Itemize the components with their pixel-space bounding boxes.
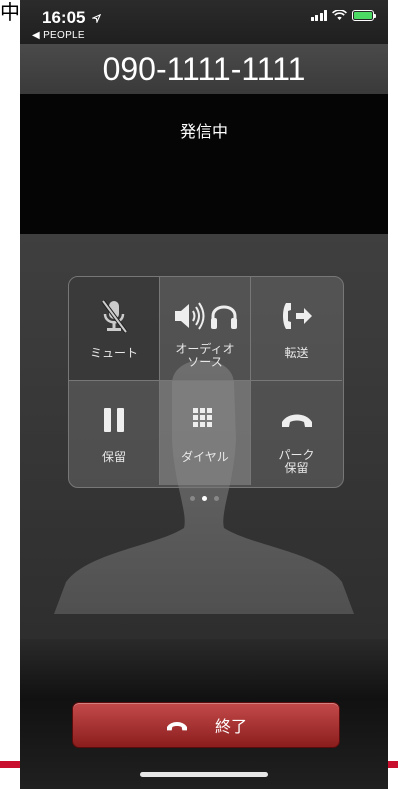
dial-label: ダイヤル xyxy=(181,450,229,464)
park-hold-label: パーク 保留 xyxy=(278,448,315,475)
page-dot xyxy=(213,496,219,501)
park-hold-button[interactable]: パーク 保留 xyxy=(251,381,342,485)
mute-label: ミュート xyxy=(89,346,138,360)
hold-button[interactable]: 保留 xyxy=(69,381,160,485)
audio-source-label: オーディオ ソース xyxy=(175,342,235,369)
clock: 16:05 xyxy=(42,8,102,28)
transfer-button[interactable]: 転送 xyxy=(251,277,342,381)
back-to-app-link[interactable]: ◀ PEOPLE xyxy=(32,30,85,41)
corner-text: 中 xyxy=(0,0,20,24)
audio-source-button[interactable]: オーディオ ソース xyxy=(160,277,251,381)
home-indicator[interactable] xyxy=(140,772,268,777)
page-dot xyxy=(189,496,195,501)
call-controls-panel: ミュート オーディオ ソース 転送 保留 ダイヤル パーク 保留 xyxy=(68,276,344,488)
mic-slash-icon xyxy=(101,299,128,333)
keypad-icon xyxy=(193,408,212,427)
location-arrow-icon xyxy=(91,13,102,25)
end-call-button[interactable]: 終了 xyxy=(72,702,340,748)
status-icons xyxy=(310,10,376,21)
phone-number: 090-1111-1111 xyxy=(20,44,388,94)
handset-icon xyxy=(281,414,312,427)
speaker-headphones-icon xyxy=(175,302,237,330)
dial-button[interactable]: ダイヤル xyxy=(160,381,251,485)
phone-screen: 16:05 ◀ PEOPLE 090-1111-1111 発信中 ミュート オー… xyxy=(20,0,388,789)
red-rule-left xyxy=(0,761,22,768)
end-call-label: 終了 xyxy=(214,717,247,736)
call-status-panel: 発信中 xyxy=(20,94,388,234)
wifi-icon xyxy=(332,10,347,20)
hold-label: 保留 xyxy=(101,450,126,464)
phone-forward-icon xyxy=(282,303,312,329)
status-bar: 16:05 ◀ PEOPLE xyxy=(20,0,388,44)
transfer-label: 転送 xyxy=(284,346,309,360)
battery-icon xyxy=(352,10,376,21)
call-status: 発信中 xyxy=(179,122,228,141)
mute-button[interactable]: ミュート xyxy=(69,277,160,381)
page-dot-active xyxy=(201,496,207,501)
pause-icon xyxy=(104,408,124,432)
page-indicator[interactable] xyxy=(20,496,388,501)
signal-icon xyxy=(310,10,327,21)
hangup-icon xyxy=(166,722,187,731)
